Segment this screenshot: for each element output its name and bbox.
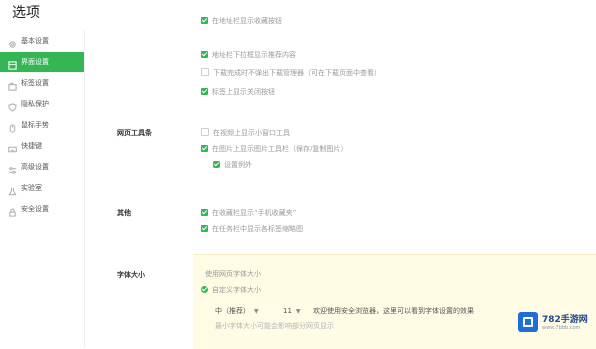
sidebar-item-advanced[interactable]: 高级设置 (0, 157, 84, 177)
sidebar-item-basic[interactable]: 基本设置 (0, 31, 84, 51)
shield-icon (8, 100, 17, 112)
checkbox-checked[interactable] (201, 224, 208, 232)
checkbox-unchecked[interactable] (201, 128, 209, 136)
chevron-down-icon: ▼ (295, 308, 301, 315)
radio-selected[interactable] (201, 285, 208, 293)
sidebar-item-label: 隐私保护 (21, 100, 49, 108)
sidebar-item-label: 安全设置 (21, 205, 49, 213)
watermark-brand: 782手游网 (542, 315, 588, 325)
lock-icon (8, 205, 17, 217)
section-label-web-toolbar: 网页工具条 (117, 129, 152, 137)
sidebar-item-label: 鼠标手势 (21, 121, 49, 129)
checkbox-checked[interactable] (201, 208, 208, 216)
option-label: 地址栏下拉框显示推荐内容 (212, 51, 296, 59)
chevron-down-icon: ▼ (254, 308, 259, 315)
option-tab-close-button[interactable]: 标签上显示关闭按钮 (201, 87, 275, 97)
settings-panel: 在地址栏显示收藏按钮 地址栏下拉框显示推荐内容 下载完成时不弹出下载管理器（可在… (85, 10, 596, 349)
layout-icon (8, 58, 17, 70)
option-addressbar-suggestions[interactable]: 地址栏下拉框显示推荐内容 (201, 50, 296, 60)
sidebar-item-tabs[interactable]: 标签设置 (0, 73, 84, 93)
option-custom-font-size[interactable]: 自定义字体大小 (201, 285, 261, 295)
font-preview-text: 欢迎使用安全浏览器，这里可以看到字体设置的效果 (313, 307, 474, 315)
option-mobile-favorites[interactable]: 在收藏栏显示“手机收藏夹” (201, 208, 296, 218)
doc-icon (213, 160, 220, 168)
sidebar-item-interface[interactable]: 界面设置 (0, 52, 84, 72)
window-title: 选项 (12, 5, 40, 21)
sidebar-item-label: 标签设置 (21, 79, 49, 87)
min-font-note: 最小字体大小可能会影响部分网页显示 (215, 322, 334, 330)
checkbox-checked[interactable] (201, 16, 208, 24)
sidebar-item-label: 基本设置 (21, 37, 49, 45)
keyboard-icon (8, 142, 17, 152)
sidebar-item-security[interactable]: 安全设置 (0, 199, 84, 219)
option-show-favorite-button[interactable]: 在地址栏显示收藏按钮 (201, 16, 282, 26)
option-label: 在收藏栏显示“手机收藏夹” (212, 209, 297, 217)
sidebar: 基本设置 界面设置 标签设置 隐私保护 鼠标手势 快捷键 高级设置 实验室 安全… (0, 30, 85, 348)
sidebar-item-label: 界面设置 (21, 58, 49, 66)
flask-icon (8, 184, 17, 195)
checkbox-checked[interactable] (201, 144, 208, 152)
checkbox-checked[interactable] (201, 87, 208, 95)
sidebar-item-label: 快捷键 (21, 142, 42, 150)
mouse-icon (8, 121, 17, 133)
option-label: 设置例外 (224, 161, 252, 169)
watermark-url: www.7bbb.com (542, 325, 581, 331)
option-label: 在图片上显示图片工具栏（保存/复制图片） (212, 145, 348, 153)
sliders-icon (8, 163, 17, 174)
section-label-font-size: 字体大小 (117, 271, 145, 279)
option-label: 在视频上显示小窗口工具 (213, 129, 290, 137)
option-label: 在任务栏中显示各标签缩略图 (212, 225, 303, 233)
sidebar-item-shortcuts[interactable]: 快捷键 (0, 136, 84, 156)
option-video-toolbar[interactable]: 在视频上显示小窗口工具 (201, 128, 290, 138)
font-size-dropdown[interactable]: 中（推荐） ▼ (215, 305, 259, 317)
option-label: 下载完成时不弹出下载管理器（可在下载页面中查看） (213, 69, 381, 77)
option-download-popup[interactable]: 下载完成时不弹出下载管理器（可在下载页面中查看） (201, 68, 381, 78)
sidebar-item-label: 高级设置 (21, 163, 49, 171)
option-label: 在地址栏显示收藏按钮 (212, 17, 282, 25)
sidebar-item-mouse-gesture[interactable]: 鼠标手势 (0, 115, 84, 135)
gear-icon (8, 37, 17, 48)
option-label: 使用网页字体大小 (205, 270, 261, 278)
option-label: 标签上显示关闭按钮 (212, 88, 275, 96)
font-size-number: 11 (283, 307, 292, 315)
option-label: 自定义字体大小 (212, 286, 261, 294)
option-default-font-size[interactable]: 使用网页字体大小 (205, 269, 261, 279)
sidebar-item-lab[interactable]: 实验室 (0, 178, 84, 198)
font-size-value: 中（推荐） (215, 307, 250, 315)
tab-icon (8, 79, 17, 91)
sidebar-item-label: 实验室 (21, 184, 42, 192)
watermark-logo: 782手游网 www.7bbb.com (514, 310, 594, 340)
checkbox-checked[interactable] (201, 50, 208, 58)
checkbox-unchecked[interactable] (201, 68, 209, 76)
sidebar-item-privacy[interactable]: 隐私保护 (0, 94, 84, 114)
option-image-toolbar[interactable]: 在图片上显示图片工具栏（保存/复制图片） (201, 144, 347, 154)
section-label-other: 其他 (117, 209, 131, 217)
option-taskbar-thumbnails[interactable]: 在任务栏中显示各标签缩略图 (201, 224, 303, 234)
exception-setting-link[interactable]: 设置例外 (213, 160, 252, 170)
font-size-number-dropdown[interactable]: 11 ▼ (283, 305, 301, 317)
brand-logo-icon (518, 312, 538, 332)
